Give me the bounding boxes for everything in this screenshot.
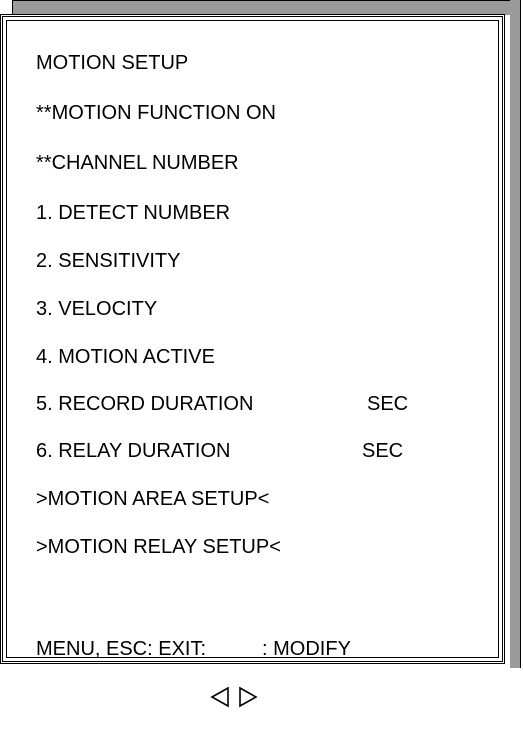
motion-setup-panel: MOTION SETUP **MOTION FUNCTION ON **CHAN…	[0, 14, 505, 708]
right-triangle-icon	[238, 638, 258, 708]
menu-item-motion-active[interactable]: 4. MOTION ACTIVE	[36, 345, 215, 369]
relay-duration-unit: SEC	[362, 440, 404, 462]
footer-modify-text: : MODIFY	[262, 638, 351, 660]
menu-title: MOTION SETUP	[36, 52, 189, 74]
submenu-motion-relay-setup[interactable]: >MOTION RELAY SETUP<	[36, 535, 281, 559]
submenu-motion-area-setup[interactable]: >MOTION AREA SETUP<	[36, 487, 269, 511]
footer-help: MENU, ESC: EXIT: : MODIFY	[36, 637, 351, 708]
menu-item-detect-number[interactable]: 1. DETECT NUMBER	[36, 201, 230, 225]
panel-shadow-side	[510, 0, 521, 668]
menu-item-sensitivity[interactable]: 2. SENSITIVITY	[36, 249, 180, 273]
footer-exit-text: MENU, ESC: EXIT:	[36, 638, 207, 660]
menu-item-velocity[interactable]: 3. VELOCITY	[36, 297, 157, 321]
menu-item-relay-duration[interactable]: 6. RELAY DURATION	[36, 439, 231, 463]
channel-number-item[interactable]: **CHANNEL NUMBER	[36, 151, 239, 175]
panel-shadow-top	[12, 0, 521, 15]
left-triangle-icon	[210, 638, 230, 708]
record-duration-unit: SEC	[367, 393, 409, 415]
motion-function-status[interactable]: **MOTION FUNCTION ON	[36, 101, 276, 125]
menu-item-record-duration[interactable]: 5. RECORD DURATION	[36, 392, 253, 416]
